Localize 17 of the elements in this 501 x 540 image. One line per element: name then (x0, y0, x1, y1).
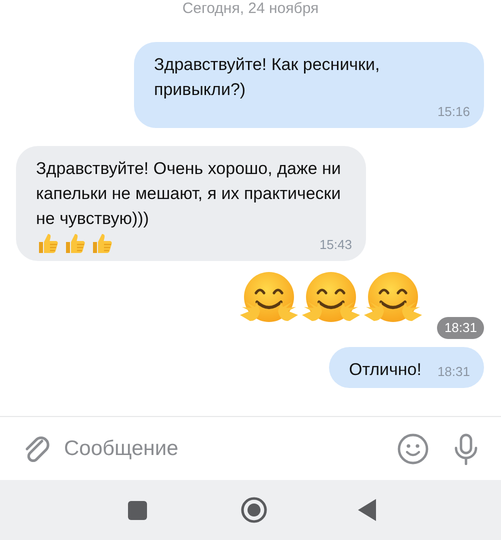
back-button[interactable] (358, 499, 376, 521)
message-time: 18:31 (437, 317, 484, 339)
message-text: Здравствуйте! Очень хорошо, даже ни капельки не мешают, я их практически не чувствую))) (36, 158, 342, 230)
message-time: 18:31 (436, 363, 470, 381)
message-time: 15:16 (436, 103, 470, 121)
smiley-icon[interactable] (397, 432, 429, 464)
recent-apps-button[interactable] (128, 500, 147, 520)
message-time: 15:43 (318, 236, 352, 254)
message-text: Здравствуйте! Как реснички, привыкли?) (154, 54, 381, 101)
message-text: Отлично! (348, 359, 422, 381)
date-separator: Сегодня, 24 ноября (182, 0, 319, 18)
thumbs-up-icon (90, 231, 114, 255)
message-input[interactable]: Сообщение (64, 432, 385, 464)
microphone-icon[interactable] (453, 432, 479, 464)
home-button[interactable] (241, 497, 267, 523)
thumbs-up-icon (36, 231, 60, 255)
thumbs-up-icon (63, 231, 87, 255)
